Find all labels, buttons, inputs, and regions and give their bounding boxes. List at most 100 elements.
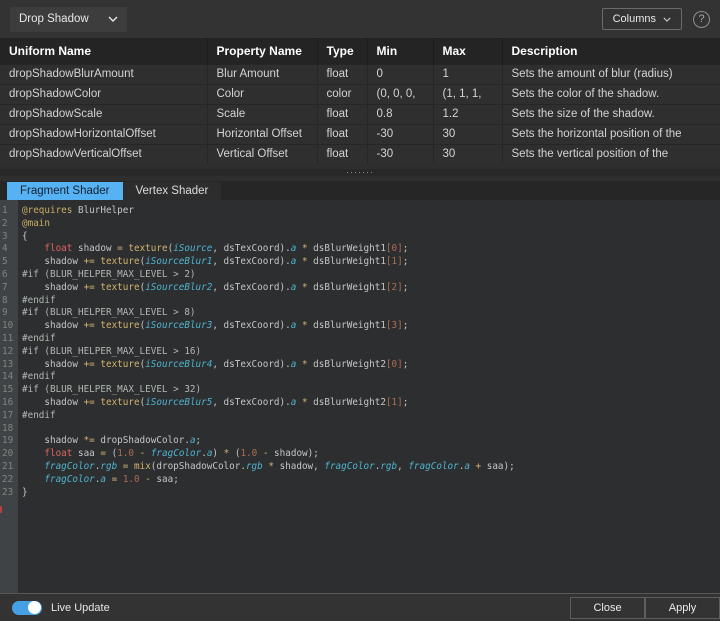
line-number: 9 (0, 307, 18, 320)
line-number: 22 (0, 474, 18, 487)
code-line: 20 float saa = (1.0 - fragColor.a) * (1.… (0, 448, 720, 461)
column-header-max: Max (433, 38, 502, 64)
cell-uniform: dropShadowVerticalOffset (0, 144, 207, 164)
cell-max: 30 (433, 124, 502, 144)
table-row[interactable]: dropShadowHorizontalOffsetHorizontal Off… (0, 124, 720, 144)
cell-max: 1.2 (433, 104, 502, 124)
line-content: #if (BLUR_HELPER_MAX_LEVEL > 16) (18, 346, 201, 359)
column-header-min: Min (367, 38, 433, 64)
table-row[interactable]: dropShadowScaleScalefloat0.81.2Sets the … (0, 104, 720, 124)
code-line: 7 shadow += texture(iSourceBlur2, dsTexC… (0, 282, 720, 295)
code-line: 8#endif (0, 295, 720, 308)
code-line: 4 float shadow = texture(iSource, dsTexC… (0, 243, 720, 256)
apply-button[interactable]: Apply (645, 597, 720, 619)
columns-button[interactable]: Columns (602, 8, 682, 30)
effect-dropdown[interactable]: Drop Shadow (10, 7, 127, 32)
line-content: { (18, 231, 28, 244)
cell-description: Sets the color of the shadow. (502, 84, 720, 104)
cell-max: 1 (433, 64, 502, 84)
splitter-drag-handle[interactable]: ······· (346, 165, 374, 179)
code-line: 22 fragColor.a = 1.0 - saa; (0, 474, 720, 487)
line-content: shadow += texture(iSourceBlur2, dsTexCoo… (18, 282, 408, 295)
line-content: float saa = (1.0 - fragColor.a) * (1.0 -… (18, 448, 319, 461)
cell-description: Sets the horizontal position of the (502, 124, 720, 144)
line-content: fragColor.a = 1.0 - saa; (18, 474, 179, 487)
line-number: 7 (0, 282, 18, 295)
cell-min: -30 (367, 124, 433, 144)
line-number: 8 (0, 295, 18, 308)
line-number: 4 (0, 243, 18, 256)
cell-max: (1, 1, 1, (433, 84, 502, 104)
tab-fragment-shader-label: Fragment Shader (20, 185, 110, 197)
line-number: 10 (0, 320, 18, 333)
help-button[interactable]: ? (693, 11, 710, 28)
line-number: 17 (0, 410, 18, 423)
tab-fragment-shader[interactable]: Fragment Shader (7, 182, 123, 200)
cell-min: 0 (367, 64, 433, 84)
line-content: shadow *= dropShadowColor.a; (18, 435, 201, 448)
line-content: @main (18, 218, 50, 231)
code-line: 17#endif (0, 410, 720, 423)
code-line: 15#if (BLUR_HELPER_MAX_LEVEL > 32) (0, 384, 720, 397)
cell-min: 0.8 (367, 104, 433, 124)
tab-vertex-shader[interactable]: Vertex Shader (123, 182, 222, 200)
code-line: 2@main (0, 218, 720, 231)
code-line: 1@requires BlurHelper (0, 205, 720, 218)
line-number: 6 (0, 269, 18, 282)
code-line: 14#endif (0, 371, 720, 384)
cell-type: float (317, 124, 367, 144)
panel-splitter: ······· (0, 164, 720, 181)
line-number: 5 (0, 256, 18, 269)
live-update-label: Live Update (51, 602, 110, 614)
cell-type: color (317, 84, 367, 104)
line-content: #endif (18, 333, 56, 346)
chevron-down-icon (663, 17, 671, 22)
line-content: } (18, 487, 28, 500)
cell-type: float (317, 104, 367, 124)
line-content: shadow += texture(iSourceBlur5, dsTexCoo… (18, 397, 408, 410)
line-number: 2 (0, 218, 18, 231)
code-editor[interactable]: 1@requires BlurHelper2@main3{4 float sha… (0, 200, 720, 593)
line-number: 21 (0, 461, 18, 474)
line-content: @requires BlurHelper (18, 205, 134, 218)
columns-button-label: Columns (613, 13, 656, 25)
code-line: 11#endif (0, 333, 720, 346)
line-content (18, 423, 22, 436)
close-button[interactable]: Close (570, 597, 645, 619)
cell-type: float (317, 144, 367, 164)
line-content: #endif (18, 295, 56, 308)
column-header-type: Type (317, 38, 367, 64)
line-content: #if (BLUR_HELPER_MAX_LEVEL > 8) (18, 307, 196, 320)
cell-uniform: dropShadowHorizontalOffset (0, 124, 207, 144)
live-update-toggle[interactable] (12, 601, 42, 615)
line-content: #endif (18, 371, 56, 384)
line-number: 1 (0, 205, 18, 218)
line-number: 20 (0, 448, 18, 461)
cell-description: Sets the vertical position of the (502, 144, 720, 164)
cell-type: float (317, 64, 367, 84)
table-row[interactable]: dropShadowVerticalOffsetVertical Offsetf… (0, 144, 720, 164)
code-line: 21 fragColor.rgb = mix(dropShadowColor.r… (0, 461, 720, 474)
tab-vertex-shader-label: Vertex Shader (136, 185, 209, 197)
code-line: 6#if (BLUR_HELPER_MAX_LEVEL > 2) (0, 269, 720, 282)
uniform-table: Uniform Name Property Name Type Min Max … (0, 38, 720, 164)
table-row[interactable]: dropShadowColorColorcolor(0, 0, 0,(1, 1,… (0, 84, 720, 104)
table-row[interactable]: dropShadowBlurAmountBlur Amountfloat01Se… (0, 64, 720, 84)
uniform-table-header: Uniform Name Property Name Type Min Max … (0, 38, 720, 64)
line-content: shadow += texture(iSourceBlur3, dsTexCoo… (18, 320, 408, 333)
cell-max: 30 (433, 144, 502, 164)
line-content: shadow += texture(iSourceBlur4, dsTexCoo… (18, 359, 408, 372)
code-line: 10 shadow += texture(iSourceBlur3, dsTex… (0, 320, 720, 333)
code-line: 12#if (BLUR_HELPER_MAX_LEVEL > 16) (0, 346, 720, 359)
line-number: 14 (0, 371, 18, 384)
line-content: #endif (18, 410, 56, 423)
line-content: fragColor.rgb = mix(dropShadowColor.rgb … (18, 461, 515, 474)
line-content: float shadow = texture(iSource, dsTexCoo… (18, 243, 408, 256)
column-header-description: Description (502, 38, 720, 64)
cell-min: -30 (367, 144, 433, 164)
cell-description: Sets the amount of blur (radius) (502, 64, 720, 84)
toggle-knob (28, 601, 41, 614)
question-icon: ? (698, 13, 704, 25)
line-number: 18 (0, 423, 18, 436)
chevron-down-icon (108, 16, 118, 22)
